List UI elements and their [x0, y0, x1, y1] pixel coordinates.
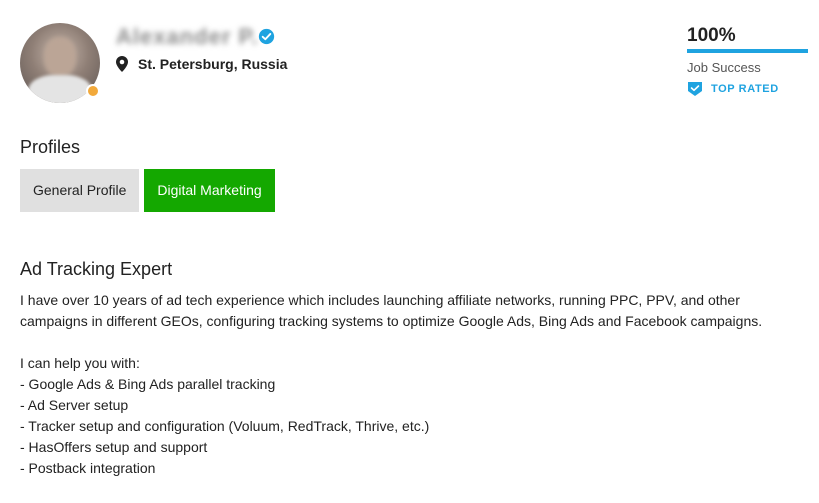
- job-success-bar: [687, 49, 808, 53]
- location-text: St. Petersburg, Russia: [138, 56, 288, 72]
- profile-headline: Ad Tracking Expert: [20, 259, 173, 279]
- list-item: - Tracker setup and configuration (Voluu…: [20, 418, 430, 434]
- avatar-face: [44, 37, 76, 77]
- job-success-stat: 100% Job Success: [687, 26, 808, 75]
- profile-description: I have over 10 years of ad tech experien…: [20, 290, 780, 479]
- job-success-label: Job Success: [687, 60, 761, 75]
- map-pin-icon: [116, 56, 128, 72]
- tab-general-profile[interactable]: General Profile: [20, 169, 140, 212]
- freelancer-name: Alexander P.: [116, 24, 259, 49]
- description-intro: I have over 10 years of ad tech experien…: [20, 292, 763, 329]
- list-item: - Postback integration: [20, 460, 156, 476]
- top-rated-badge[interactable]: TOP RATED: [687, 81, 779, 97]
- top-rated-label: TOP RATED: [711, 83, 779, 95]
- tab-digital-marketing[interactable]: Digital Marketing: [144, 169, 275, 212]
- verified-check-icon: [258, 28, 275, 45]
- profiles-heading: Profiles: [20, 137, 81, 157]
- avatar-shirt: [28, 75, 92, 103]
- description-help-heading: I can help you with:: [20, 355, 140, 371]
- list-item: - Google Ads & Bing Ads parallel trackin…: [20, 376, 276, 392]
- services-list: - Google Ads & Bing Ads parallel trackin…: [20, 374, 780, 479]
- list-item: - HasOffers setup and support: [20, 439, 208, 455]
- shield-badge-icon: [688, 82, 702, 96]
- profile-tabs: General Profile Digital Marketing: [20, 169, 280, 212]
- location: St. Petersburg, Russia: [116, 56, 287, 72]
- job-success-percent: 100%: [687, 25, 736, 46]
- availability-status-dot: [86, 84, 100, 98]
- list-item: - Ad Server setup: [20, 397, 129, 413]
